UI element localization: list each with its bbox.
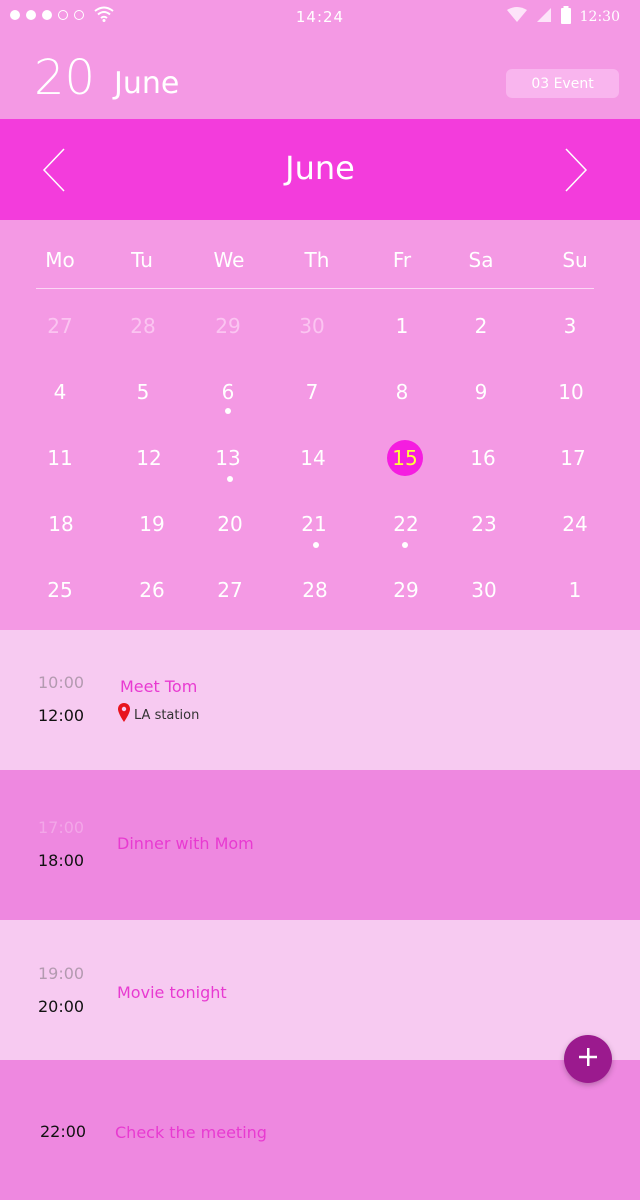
event-end-time: 12:00: [38, 706, 85, 725]
weekday-divider: [36, 288, 594, 289]
event-item[interactable]: 10:00 12:00 Meet Tom LA station: [0, 630, 640, 770]
selected-date-month: June: [114, 66, 180, 101]
chevron-right-icon[interactable]: [560, 147, 592, 197]
calendar-day[interactable]: 28: [295, 570, 335, 610]
weekday-label: Th: [304, 248, 330, 272]
calendar-day[interactable]: 2: [461, 306, 501, 346]
calendar-day[interactable]: 19: [132, 504, 172, 544]
event-title: Meet Tom: [120, 677, 198, 696]
calendar-day-today[interactable]: 15: [387, 440, 423, 476]
event-end-time: 22:00: [40, 1122, 87, 1141]
calendar-day-next-month[interactable]: 1: [555, 570, 595, 610]
calendar-day-prev-month[interactable]: 29: [208, 306, 248, 346]
calendar-day[interactable]: 17: [553, 438, 593, 478]
calendar-day[interactable]: 5: [123, 372, 163, 412]
calendar-day[interactable]: 25: [40, 570, 80, 610]
weekday-label: Tu: [131, 248, 153, 272]
event-indicator-dot: [313, 542, 319, 548]
event-location-text: LA station: [134, 707, 200, 723]
calendar-day[interactable]: 24: [555, 504, 595, 544]
calendar-day[interactable]: 1: [382, 306, 422, 346]
event-indicator-dot: [227, 476, 233, 482]
event-start-time: 10:00: [38, 673, 85, 692]
event-title: Check the meeting: [115, 1123, 267, 1142]
status-time: 12:30: [579, 9, 620, 25]
battery-icon: [560, 6, 572, 28]
calendar-day[interactable]: 4: [40, 372, 80, 412]
event-start-time: 19:00: [38, 964, 85, 983]
event-item[interactable]: 17:00 18:00 Dinner with Mom: [0, 770, 640, 920]
calendar-day[interactable]: 7: [292, 372, 332, 412]
event-item[interactable]: 19:00 20:00 Movie tonight: [0, 920, 640, 1060]
plus-icon: [578, 1047, 598, 1071]
calendar-day[interactable]: 10: [551, 372, 591, 412]
event-start-time: 17:00: [38, 818, 85, 837]
calendar-day[interactable]: 27: [210, 570, 250, 610]
calendar-day[interactable]: 8: [382, 372, 422, 412]
calendar-day[interactable]: 29: [386, 570, 426, 610]
calendar-day[interactable]: 6: [208, 372, 248, 412]
event-title: Movie tonight: [117, 983, 227, 1002]
month-navigation-bar: June: [0, 119, 640, 220]
calendar-day-prev-month[interactable]: 27: [40, 306, 80, 346]
weekday-label: Mo: [45, 248, 75, 272]
event-end-time: 20:00: [38, 997, 85, 1016]
event-title: Dinner with Mom: [117, 834, 254, 853]
calendar-day[interactable]: 12: [129, 438, 169, 478]
status-bar: 14:24 12:30: [0, 0, 640, 32]
calendar-day-prev-month[interactable]: 28: [123, 306, 163, 346]
calendar-day-prev-month[interactable]: 30: [292, 306, 332, 346]
calendar-day[interactable]: 14: [293, 438, 333, 478]
calendar-day[interactable]: 22: [386, 504, 426, 544]
calendar-day[interactable]: 20: [210, 504, 250, 544]
event-indicator-dot: [402, 542, 408, 548]
map-pin-icon: [118, 703, 130, 727]
event-location: LA station: [118, 703, 199, 727]
calendar-day[interactable]: 13: [208, 438, 248, 478]
calendar-day[interactable]: 30: [464, 570, 504, 610]
calendar-day[interactable]: 16: [463, 438, 503, 478]
signal-icon: [536, 7, 552, 27]
selected-date-day: 20: [34, 50, 96, 106]
wifi-icon: [506, 7, 528, 27]
calendar-day[interactable]: 3: [550, 306, 590, 346]
add-event-button[interactable]: [564, 1035, 612, 1083]
calendar-day[interactable]: 11: [40, 438, 80, 478]
weekday-label: We: [213, 248, 245, 272]
weekday-label: Sa: [468, 248, 494, 272]
calendar-day[interactable]: 9: [461, 372, 501, 412]
calendar-day[interactable]: 21: [294, 504, 334, 544]
calendar-day[interactable]: 23: [464, 504, 504, 544]
event-item[interactable]: 22:00 Check the meeting: [0, 1060, 640, 1200]
month-title: June: [285, 149, 355, 187]
event-count-badge[interactable]: 03 Event: [506, 69, 619, 98]
weekday-label: Fr: [392, 248, 412, 272]
weekday-label: Su: [562, 248, 588, 272]
calendar-day[interactable]: 18: [41, 504, 81, 544]
event-end-time: 18:00: [38, 851, 85, 870]
event-indicator-dot: [225, 408, 231, 414]
calendar-day[interactable]: 26: [132, 570, 172, 610]
